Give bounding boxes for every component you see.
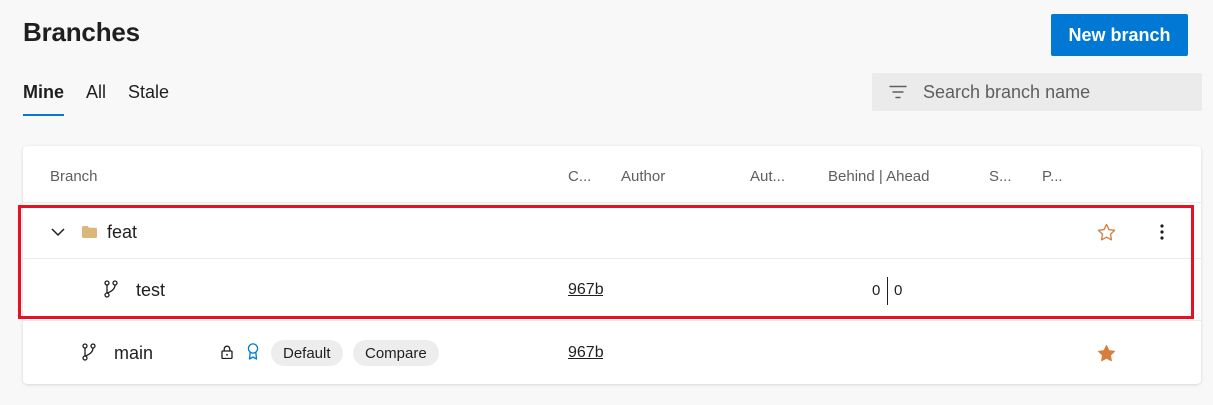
search-input[interactable] — [921, 80, 1185, 104]
branches-table: Branch C... Author Aut... Behind | Ahead… — [23, 146, 1201, 384]
column-header-behind-ahead[interactable]: Behind | Ahead — [828, 168, 929, 185]
star-outline-icon[interactable] — [1095, 221, 1117, 243]
commit-link[interactable]: 967b — [568, 344, 603, 362]
branch-icon — [81, 343, 97, 361]
tab-stale[interactable]: Stale — [128, 82, 169, 115]
row-separator — [23, 202, 1201, 203]
star-filled-icon[interactable] — [1095, 342, 1117, 364]
branch-name[interactable]: test — [136, 280, 165, 301]
column-header-pull-request[interactable]: P... — [1042, 168, 1063, 185]
policy-badge-icon — [245, 342, 261, 360]
filter-icon — [889, 82, 909, 102]
tab-mine[interactable]: Mine — [23, 82, 65, 116]
ahead-count: 0 — [894, 282, 903, 299]
column-header-authored-date[interactable]: Aut... — [750, 168, 785, 185]
compare-badge[interactable]: Compare — [353, 340, 439, 366]
behind-ahead-divider — [887, 277, 888, 305]
row-separator — [23, 258, 1201, 259]
search-box[interactable] — [872, 73, 1202, 111]
behind-count: 0 — [872, 282, 881, 299]
column-header-status[interactable]: S... — [989, 168, 1012, 185]
new-branch-button[interactable]: New branch — [1051, 14, 1188, 56]
default-badge: Default — [271, 340, 343, 366]
folder-icon — [81, 224, 97, 240]
column-header-commit[interactable]: C... — [568, 168, 591, 185]
branch-name[interactable]: main — [114, 343, 153, 364]
lock-icon — [219, 344, 235, 360]
row-separator — [23, 320, 1201, 321]
tab-bar: Mine All Stale — [23, 82, 191, 116]
tab-all[interactable]: All — [86, 82, 106, 115]
chevron-down-icon[interactable] — [49, 224, 67, 240]
commit-link[interactable]: 967b — [568, 281, 603, 299]
page-title: Branches — [23, 17, 140, 47]
more-options-icon[interactable] — [1154, 221, 1170, 243]
folder-name: feat — [107, 222, 138, 242]
branch-icon — [103, 280, 119, 298]
column-header-author[interactable]: Author — [621, 168, 665, 185]
column-header-branch[interactable]: Branch — [50, 168, 98, 185]
